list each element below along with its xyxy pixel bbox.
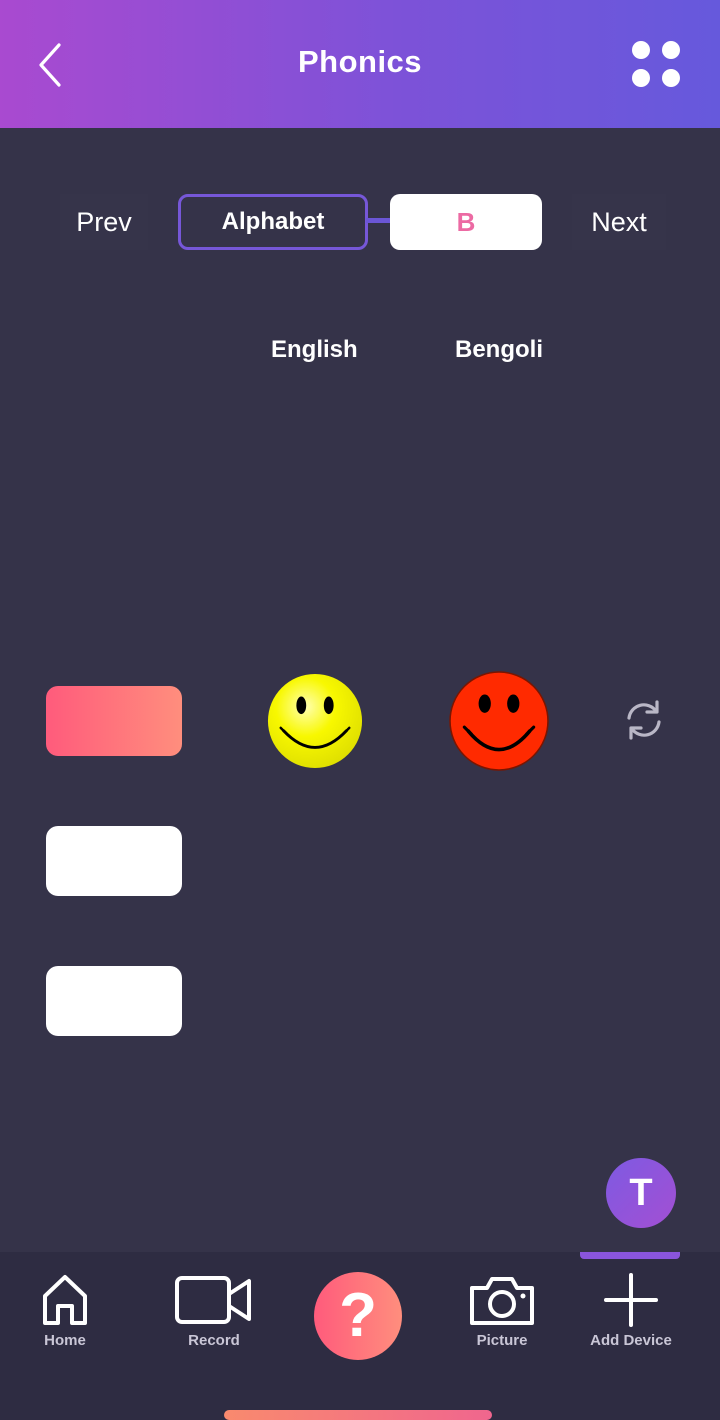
category-selector[interactable]: Alphabet	[178, 194, 368, 250]
prev-button[interactable]: Prev	[60, 194, 148, 250]
english-column-label: English	[271, 336, 358, 363]
user-avatar[interactable]: T	[606, 1158, 676, 1228]
tab-record-label: Record	[188, 1332, 240, 1349]
red-smiley-icon	[449, 671, 549, 771]
active-indicator	[580, 1252, 680, 1259]
letter-navigator: Prev Alphabet B Next	[0, 194, 720, 250]
help-button[interactable]: ?	[314, 1272, 402, 1360]
tab-picture-label: Picture	[476, 1332, 528, 1349]
choice-button-2[interactable]	[46, 826, 182, 896]
camera-icon	[470, 1277, 534, 1325]
tab-home-label: Home	[44, 1332, 86, 1349]
connector-line	[366, 218, 392, 223]
refresh-icon[interactable]	[622, 698, 666, 742]
grid-dot-icon	[662, 41, 680, 59]
tab-home[interactable]: Home	[20, 1272, 110, 1382]
choice-button-3[interactable]	[46, 966, 182, 1036]
grid-dot-icon	[662, 69, 680, 87]
grid-dot-icon	[632, 69, 650, 87]
tab-add-device[interactable]: Add Device	[578, 1272, 684, 1382]
bengoli-column-label: Bengoli	[455, 336, 543, 363]
plus-icon	[604, 1273, 658, 1327]
yellow-smiley-icon	[267, 673, 363, 769]
next-button[interactable]: Next	[572, 194, 666, 250]
video-camera-icon	[175, 1276, 251, 1324]
menu-grid-button[interactable]	[628, 38, 688, 92]
tab-record[interactable]: Record	[160, 1272, 268, 1382]
current-letter[interactable]: B	[390, 194, 542, 250]
grid-dot-icon	[632, 41, 650, 59]
page-title: Phonics	[297, 44, 423, 79]
home-indicator	[224, 1410, 492, 1420]
home-icon	[43, 1275, 87, 1325]
app-header: Phonics	[0, 0, 720, 128]
choice-button-1[interactable]	[46, 686, 182, 756]
tab-picture[interactable]: Picture	[450, 1272, 554, 1382]
tab-add-device-label: Add Device	[590, 1332, 672, 1349]
